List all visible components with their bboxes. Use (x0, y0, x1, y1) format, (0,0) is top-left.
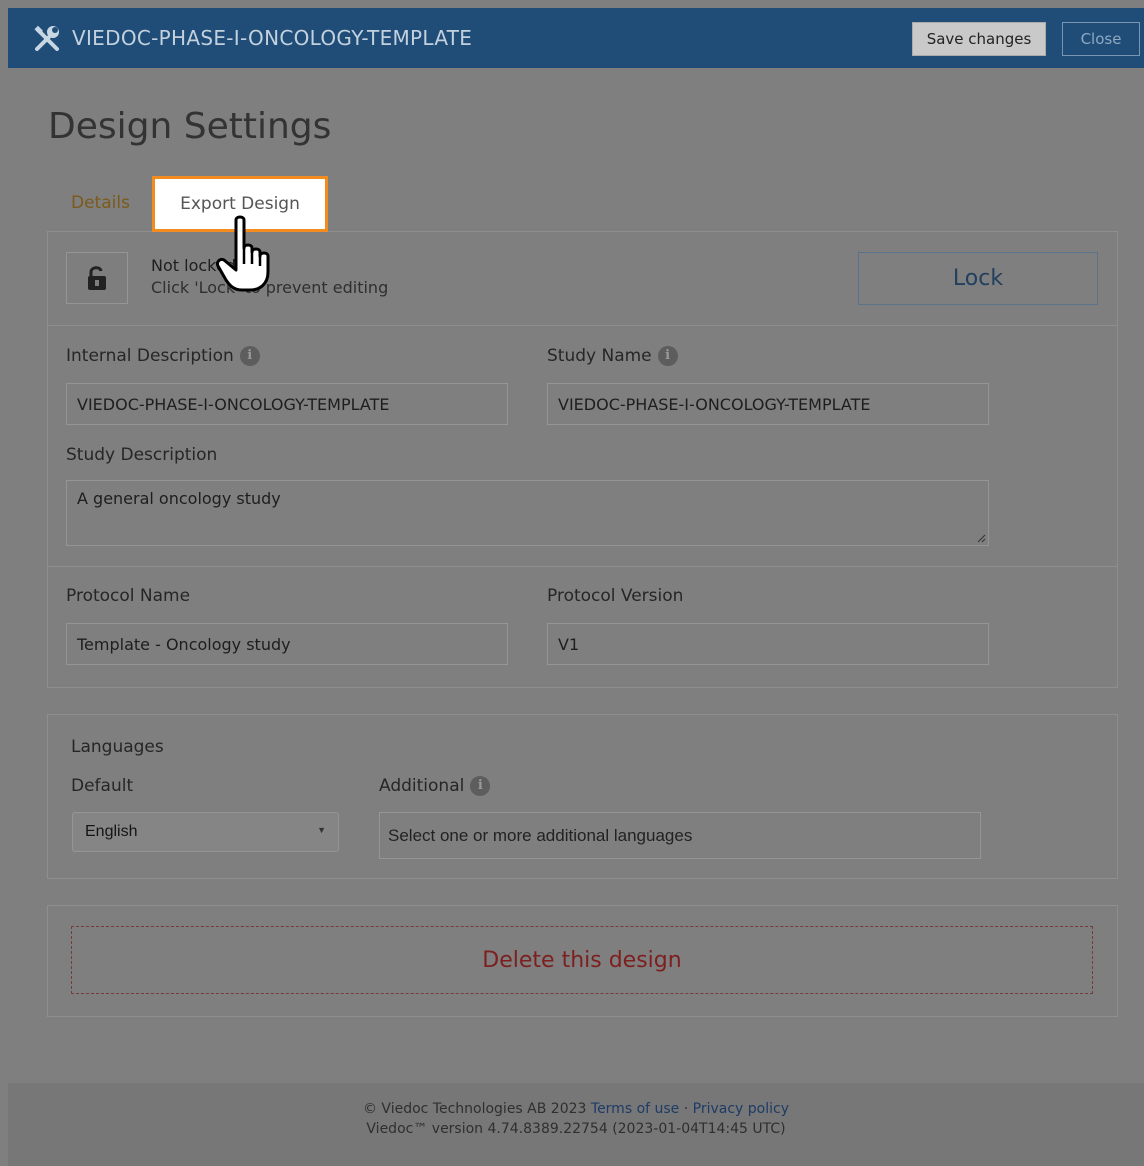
version-text: Viedoc™ version 4.74.8389.22754 (2023-01… (366, 1121, 786, 1137)
default-language-select[interactable]: English ▼ (72, 812, 339, 852)
dropdown-caret-icon: ▼ (317, 825, 326, 835)
default-language-label: Default (71, 776, 134, 796)
tools-icon (34, 25, 59, 51)
internal-description-label: Internal Description i (66, 346, 260, 366)
copyright-text: © Viedoc Technologies AB 2023 (362, 1101, 587, 1117)
protocol-name-input[interactable]: Template - Oncology study (66, 623, 508, 665)
page-title: Design Settings (48, 106, 332, 147)
delete-panel: Delete this design (47, 905, 1118, 1017)
lock-status-box (66, 252, 128, 304)
divider (48, 325, 1117, 326)
unlocked-padlock-icon (88, 266, 106, 290)
info-icon[interactable]: i (470, 776, 491, 796)
info-icon[interactable]: i (657, 346, 678, 366)
study-name-input[interactable]: VIEDOC-PHASE-I-ONCOLOGY-TEMPLATE (547, 383, 989, 425)
footer-links-line: © Viedoc Technologies AB 2023 Terms of u… (8, 1101, 1144, 1117)
top-bar: VIEDOC-PHASE-I-ONCOLOGY-TEMPLATE Save ch… (8, 8, 1144, 68)
internal-description-input[interactable]: VIEDOC-PHASE-I-ONCOLOGY-TEMPLATE (66, 383, 508, 425)
study-name-label: Study Name i (547, 346, 678, 366)
app-title: VIEDOC-PHASE-I-ONCOLOGY-TEMPLATE (72, 26, 473, 50)
pointer-hand-icon (216, 215, 270, 292)
close-button[interactable]: Close (1062, 22, 1140, 56)
details-panel: Not locked Click 'Lock' to prevent editi… (47, 231, 1118, 688)
resize-grip-icon[interactable] (976, 533, 986, 543)
privacy-policy-link[interactable]: Privacy policy (693, 1101, 789, 1117)
protocol-version-label: Protocol Version (547, 586, 684, 606)
lock-button[interactable]: Lock (858, 252, 1098, 305)
divider (48, 566, 1117, 567)
languages-heading: Languages (71, 737, 164, 757)
save-changes-button[interactable]: Save changes (912, 22, 1046, 56)
additional-languages-input[interactable]: Select one or more additional languages (379, 812, 981, 859)
protocol-version-input[interactable]: V1 (547, 623, 989, 665)
tab-details[interactable]: Details (71, 193, 130, 213)
additional-languages-label: Additional i (379, 776, 491, 796)
protocol-name-label: Protocol Name (66, 586, 191, 606)
info-icon[interactable]: i (239, 346, 260, 366)
terms-of-use-link[interactable]: Terms of use (591, 1101, 679, 1117)
study-description-textarea[interactable]: A general oncology study (66, 480, 989, 546)
study-description-label: Study Description (66, 445, 218, 465)
languages-panel: Languages Default Additional i English ▼… (47, 714, 1118, 879)
footer: © Viedoc Technologies AB 2023 Terms of u… (8, 1083, 1144, 1166)
delete-design-button[interactable]: Delete this design (71, 926, 1093, 994)
footer-separator: · (683, 1101, 689, 1117)
